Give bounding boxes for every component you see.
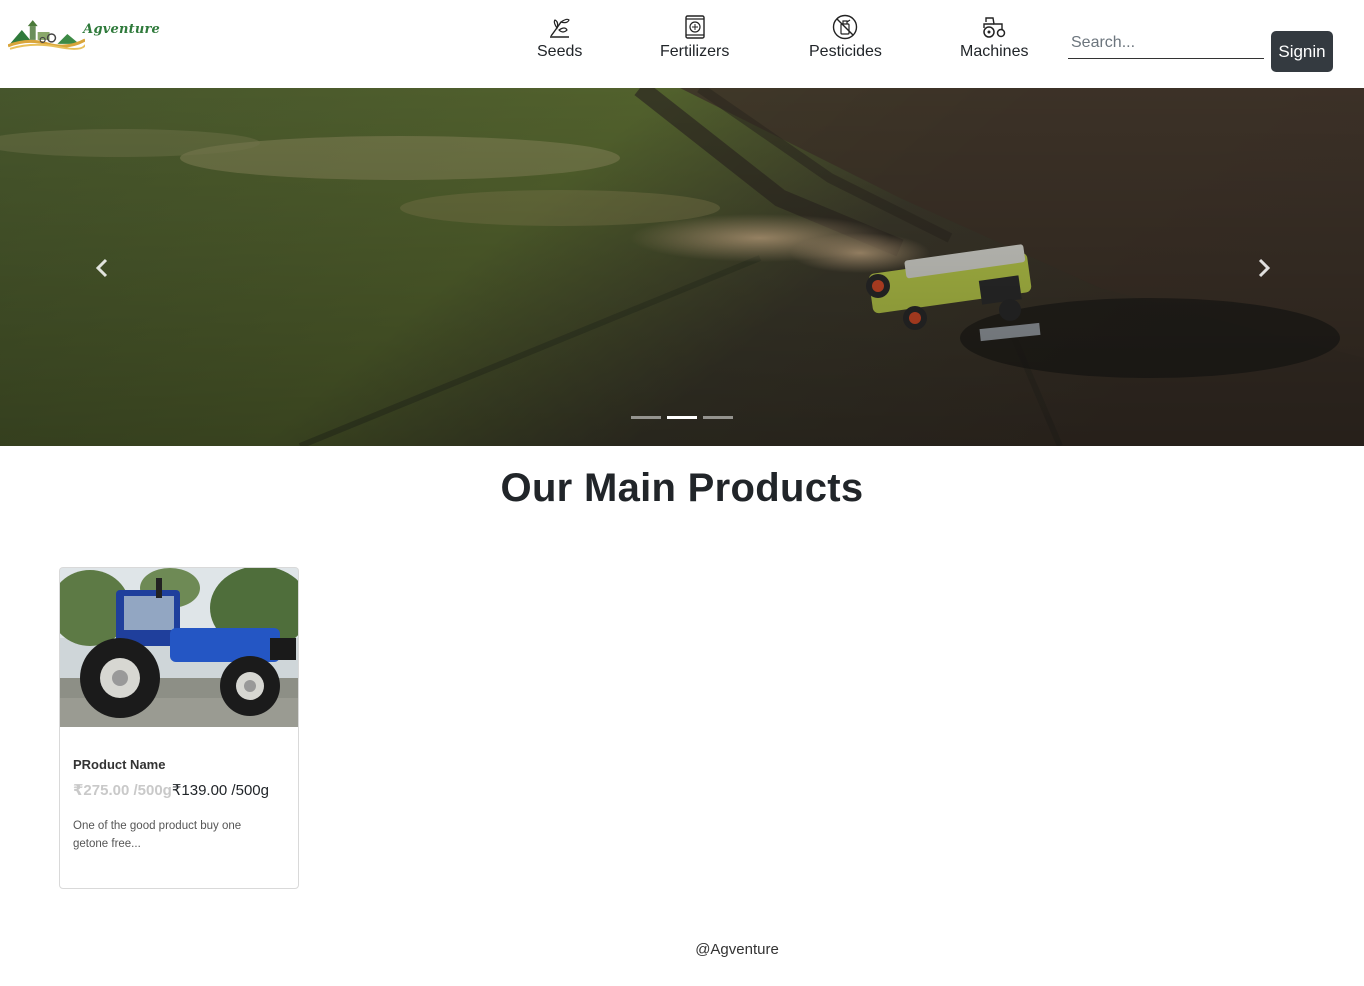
chevron-right-icon	[1258, 258, 1271, 278]
product-card-body: PRoduct Name ₹275.00 /500g₹139.00 /500g …	[60, 757, 298, 853]
logo-farm-icon	[8, 20, 86, 50]
nav-fertilizers[interactable]: Fertilizers	[660, 14, 729, 70]
product-price: ₹275.00 /500g₹139.00 /500g	[73, 781, 285, 799]
product-card[interactable]: PRoduct Name ₹275.00 /500g₹139.00 /500g …	[59, 567, 299, 889]
carousel-prev-button[interactable]	[82, 248, 122, 288]
fertilizer-bag-icon	[682, 14, 708, 40]
signin-button[interactable]: Signin	[1271, 31, 1333, 72]
carousel-indicator-1[interactable]	[631, 416, 661, 419]
nav-machines-label: Machines	[960, 43, 1029, 60]
nav-pesticides[interactable]: Pesticides	[809, 14, 882, 70]
carousel-indicator-2[interactable]	[667, 416, 697, 419]
nav-pesticides-label: Pesticides	[809, 43, 882, 60]
brand-logo[interactable]: Agventure	[8, 14, 160, 50]
nav-seeds-label: Seeds	[537, 43, 583, 60]
hero-carousel	[0, 88, 1364, 446]
product-name: PRoduct Name	[73, 757, 166, 772]
site-header: Agventure Seeds Fertilizers Pesticides M…	[0, 0, 1364, 88]
nav-seeds[interactable]: Seeds	[537, 14, 582, 70]
carousel-indicators	[631, 416, 733, 419]
search-input[interactable]	[1068, 28, 1264, 59]
product-old-price: ₹275.00 /500g	[73, 782, 172, 799]
chevron-left-icon	[95, 258, 108, 278]
hero-field-image	[0, 88, 1364, 446]
seeds-icon	[547, 14, 573, 40]
logo-text: Agventure	[83, 21, 160, 37]
product-image	[60, 568, 298, 727]
footer-text: @Agventure	[695, 941, 779, 958]
pesticide-icon	[832, 14, 858, 40]
product-new-price: ₹139.00 /500g	[171, 782, 269, 799]
nav-machines[interactable]: Machines	[960, 14, 1028, 70]
product-description: One of the good product buy one getone f…	[73, 820, 242, 850]
nav-fertilizers-label: Fertilizers	[660, 43, 730, 60]
carousel-next-button[interactable]	[1244, 248, 1284, 288]
carousel-indicator-3[interactable]	[703, 416, 733, 419]
section-title: Our Main Products	[500, 466, 864, 510]
tractor-icon	[981, 14, 1007, 40]
